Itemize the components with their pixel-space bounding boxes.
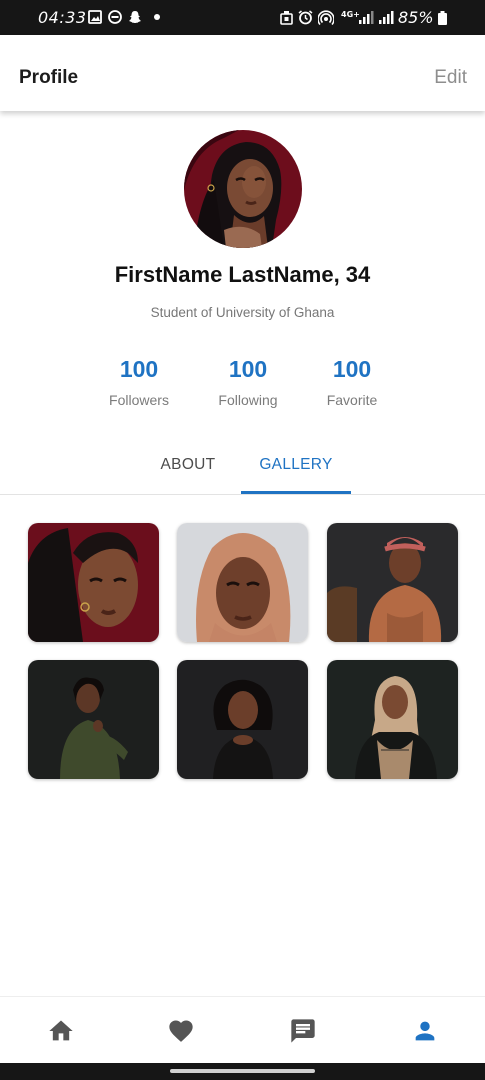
followers-label: Followers	[109, 392, 169, 408]
gesture-handle[interactable]	[170, 1069, 315, 1073]
page-title: Profile	[19, 67, 79, 88]
tab-about-label: ABOUT	[160, 456, 216, 473]
bottom-navigation	[0, 996, 485, 1064]
edit-button[interactable]: Edit	[434, 67, 467, 89]
notification-dot-icon	[154, 14, 160, 20]
gallery-photo[interactable]	[327, 523, 458, 642]
heart-icon[interactable]	[167, 1017, 195, 1045]
app-header: Profile Edit	[0, 35, 485, 111]
battery-percentage: 85%	[398, 8, 434, 27]
signal-strength-icon	[359, 11, 374, 24]
gallery-photo[interactable]	[177, 523, 308, 642]
alarm-icon	[298, 10, 313, 25]
stat-following[interactable]: 100 Following	[193, 356, 303, 408]
gallery-photo[interactable]	[28, 660, 159, 779]
system-gesture-bar	[0, 1063, 485, 1080]
following-label: Following	[218, 392, 278, 408]
gallery-notification-icon	[88, 10, 102, 24]
status-bar: 04:33 4G+ 85%	[0, 0, 485, 35]
tab-gallery-label: GALLERY	[259, 456, 333, 473]
signal-strength-secondary-icon	[379, 11, 394, 24]
stat-followers[interactable]: 100 Followers	[84, 356, 194, 408]
chat-icon[interactable]	[289, 1017, 317, 1045]
gallery-photo[interactable]	[177, 660, 308, 779]
avatar[interactable]	[184, 130, 302, 248]
favorite-label: Favorite	[326, 392, 378, 408]
profile-name: FirstName LastName, 34	[114, 262, 371, 287]
tab-about[interactable]: ABOUT	[150, 456, 226, 494]
favorite-count: 100	[332, 356, 372, 382]
do-not-disturb-icon	[108, 10, 122, 24]
gallery-photo[interactable]	[327, 660, 458, 779]
tabs-divider	[0, 494, 485, 495]
snapchat-icon	[129, 11, 141, 23]
status-time: 04:33	[38, 8, 87, 27]
tab-gallery[interactable]: GALLERY	[241, 456, 351, 494]
stat-favorite[interactable]: 100 Favorite	[297, 356, 407, 408]
profile-screen: 04:33 4G+ 85% Profile Edit FirstName Las…	[0, 0, 485, 1080]
home-icon[interactable]	[47, 1017, 75, 1045]
gallery-photo[interactable]	[28, 523, 159, 642]
following-count: 100	[228, 356, 268, 382]
profile-subtitle: Student of University of Ghana	[150, 305, 335, 320]
person-icon[interactable]	[411, 1017, 439, 1045]
lock-battery-icon	[280, 11, 293, 25]
hotspot-icon	[318, 10, 334, 25]
followers-count: 100	[119, 356, 159, 382]
battery-icon	[438, 11, 447, 25]
